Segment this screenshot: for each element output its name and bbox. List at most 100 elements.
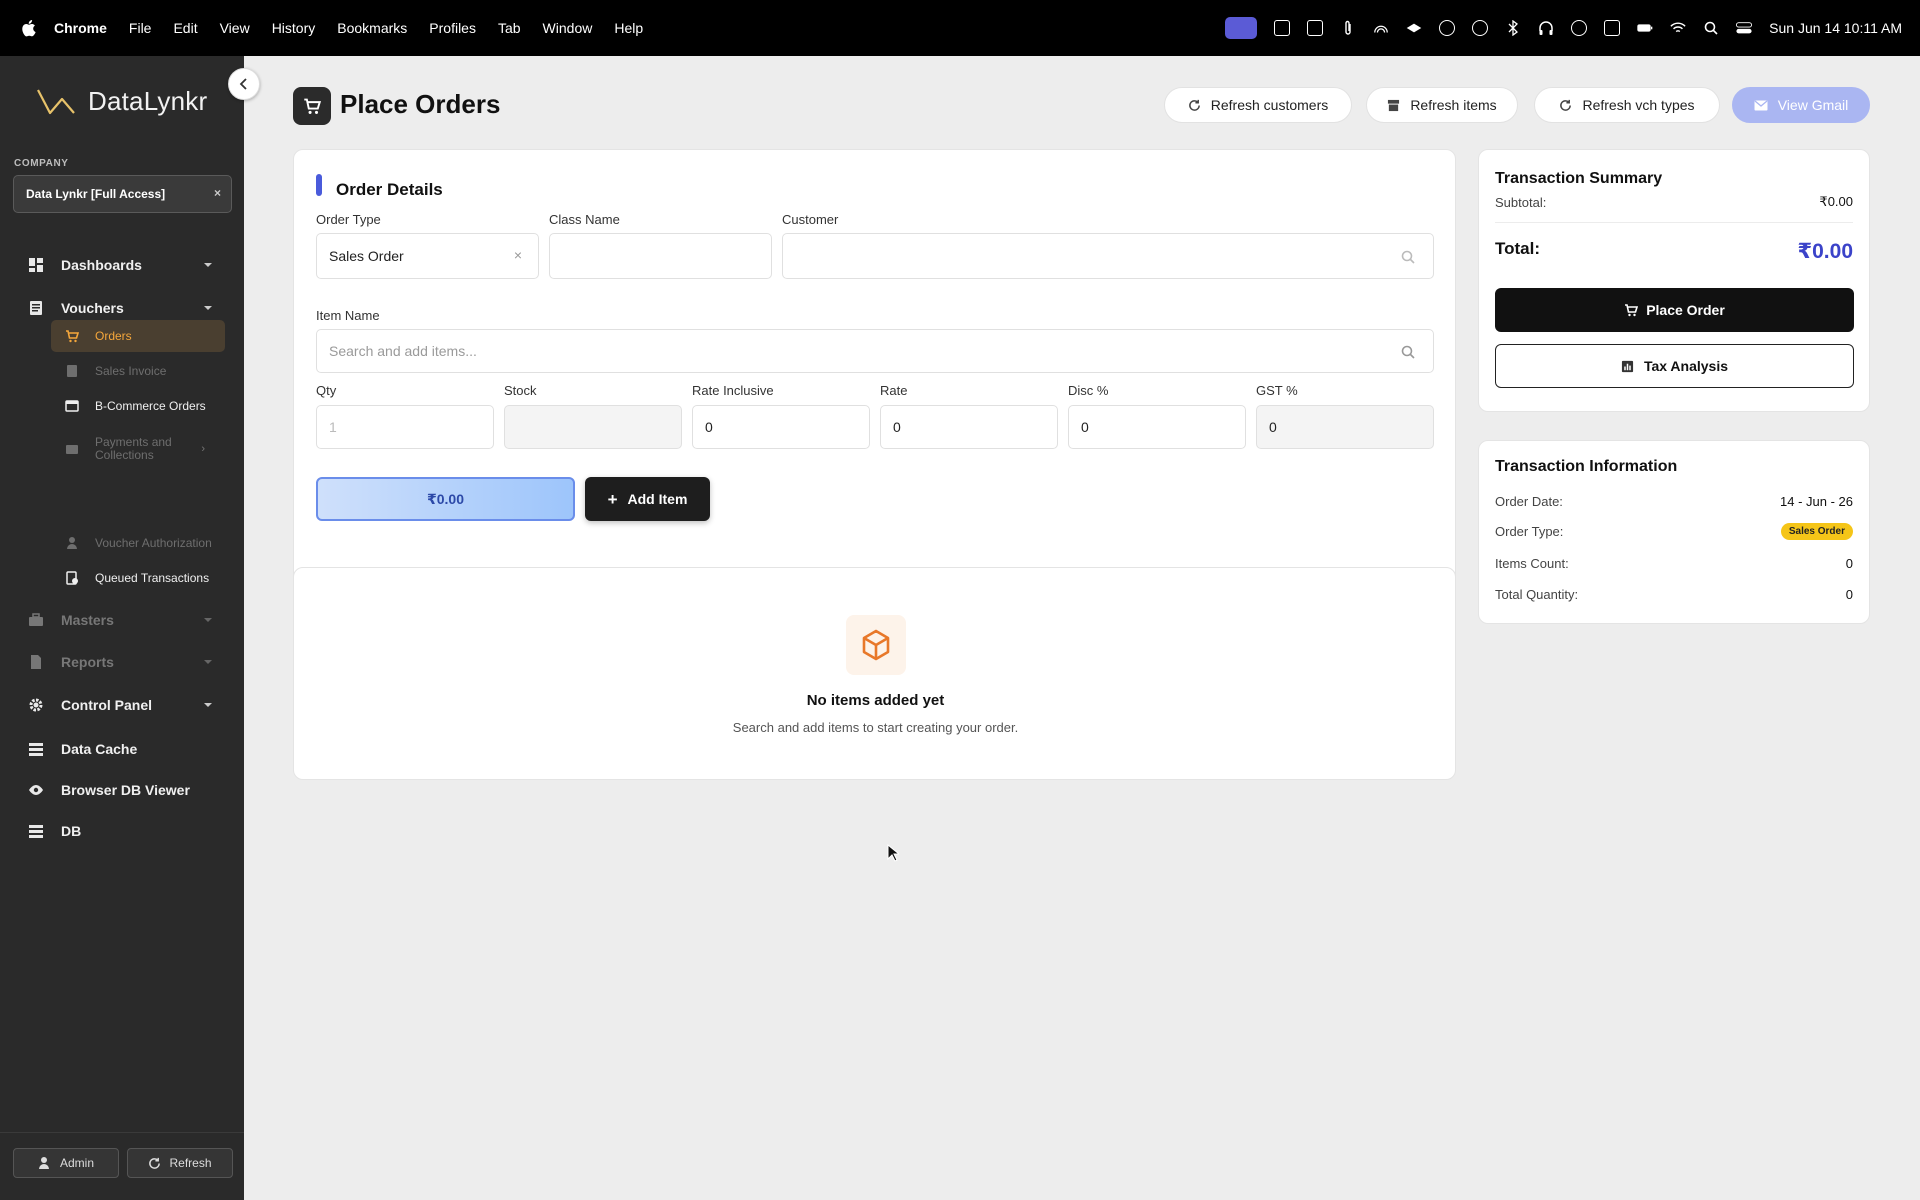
sidebar: DataLynkr COMPANY Data Lynkr [Full Acces… — [0, 56, 244, 1200]
menu-app-name[interactable]: Chrome — [54, 20, 107, 36]
view-gmail-button[interactable]: View Gmail — [1732, 87, 1870, 123]
refresh-items-button[interactable]: Refresh items — [1366, 87, 1518, 123]
stop-icon[interactable] — [1472, 20, 1489, 36]
add-item-button[interactable]: + Add Item — [585, 477, 710, 521]
menu-help[interactable]: Help — [614, 20, 643, 36]
refresh-vch-types-button[interactable]: Refresh vch types — [1534, 87, 1720, 123]
tax-analysis-button[interactable]: Tax Analysis — [1495, 344, 1854, 388]
user-check-icon — [67, 537, 77, 549]
wifi-icon[interactable] — [1670, 20, 1686, 36]
company-selector[interactable]: Data Lynkr [Full Access] × — [13, 175, 232, 213]
customer-search-input[interactable] — [782, 233, 1434, 279]
caret-down-icon — [204, 618, 212, 622]
line-total-display: ₹0.00 — [316, 477, 575, 521]
report-icon — [31, 655, 41, 669]
notion-icon[interactable] — [1307, 20, 1324, 36]
refresh-label: Refresh — [169, 1156, 212, 1170]
bluetooth-icon[interactable] — [1505, 20, 1521, 36]
refresh-customers-button[interactable]: Refresh customers — [1164, 87, 1352, 123]
nav-control-panel[interactable]: Control Panel — [0, 687, 244, 723]
rainbow-icon[interactable] — [1373, 20, 1389, 36]
chevron-left-icon — [239, 78, 247, 90]
rate-value: 0 — [893, 419, 901, 435]
vpn-icon[interactable] — [1406, 20, 1422, 36]
order-date-row: Order Date: 14 - Jun - 26 — [1495, 494, 1853, 509]
apple-logo-icon[interactable] — [20, 19, 36, 37]
play-icon[interactable] — [1571, 20, 1588, 36]
gst-label: GST % — [1256, 383, 1298, 398]
subtotal-label: Subtotal: — [1495, 194, 1547, 210]
nav-browser-db-viewer[interactable]: Browser DB Viewer — [0, 772, 244, 808]
sidebar-collapse-button[interactable] — [228, 68, 260, 100]
menu-tab[interactable]: Tab — [498, 20, 521, 36]
sub-voucher-auth-label: Voucher Authorization — [95, 535, 212, 550]
menu-file[interactable]: File — [129, 20, 152, 36]
spotlight-search-icon[interactable] — [1703, 20, 1719, 36]
clear-company-icon[interactable]: × — [214, 186, 221, 200]
menu-bookmarks[interactable]: Bookmarks — [337, 20, 407, 36]
menu-profiles[interactable]: Profiles — [429, 20, 476, 36]
menubar-clock[interactable]: Sun Jun 14 10:11 AM — [1769, 20, 1902, 36]
admin-button[interactable]: Admin — [13, 1148, 119, 1178]
status-app-icon[interactable] — [1439, 20, 1456, 36]
nav-reports[interactable]: Reports — [0, 644, 244, 680]
items-list-card: No items added yet Search and add items … — [293, 567, 1456, 780]
menu-view[interactable]: View — [220, 20, 250, 36]
page-cart-icon — [293, 87, 331, 125]
rate-inclusive-value: 0 — [705, 419, 713, 435]
transaction-summary-card: Transaction Summary Subtotal: ₹0.00 Tota… — [1478, 149, 1870, 412]
user-gear-icon — [38, 1157, 49, 1169]
paperclip-icon[interactable] — [1340, 20, 1356, 36]
sub-sales-invoice-label: Sales Invoice — [95, 363, 167, 378]
refresh-customers-label: Refresh customers — [1210, 97, 1329, 113]
disc-label: Disc % — [1068, 383, 1109, 398]
nav-db[interactable]: DB — [0, 813, 244, 849]
total-value: ₹0.00 — [1797, 240, 1853, 263]
gst-value: 0 — [1269, 419, 1277, 435]
nav-data-cache[interactable]: Data Cache — [0, 731, 244, 767]
main-content: Place Orders Refresh customers Refresh i… — [244, 56, 1920, 1200]
refresh-icon — [149, 1157, 161, 1169]
sub-voucher-authorization[interactable]: Voucher Authorization — [51, 527, 225, 559]
rate-label: Rate — [880, 383, 908, 398]
rate-inclusive-input[interactable]: 0 — [692, 405, 870, 449]
sub-sales-invoice[interactable]: Sales Invoice — [51, 355, 225, 387]
screen-share-icon[interactable] — [1225, 17, 1258, 39]
headphones-icon[interactable] — [1538, 20, 1554, 36]
admin-label: Admin — [59, 1156, 94, 1170]
menu-window[interactable]: Window — [543, 20, 593, 36]
disc-input[interactable]: 0 — [1068, 405, 1246, 449]
brand-logo[interactable]: DataLynkr — [36, 86, 207, 117]
rate-input[interactable]: 0 — [880, 405, 1058, 449]
display-icon[interactable] — [1604, 20, 1621, 36]
caret-down-icon — [204, 660, 212, 664]
battery-icon[interactable] — [1637, 20, 1653, 36]
menu-edit[interactable]: Edit — [173, 20, 197, 36]
nav-dashboards[interactable]: Dashboards — [0, 247, 244, 283]
sub-bcommerce-orders[interactable]: B-Commerce Orders — [51, 390, 225, 422]
item-search-input[interactable]: Search and add items... — [316, 329, 1434, 373]
refresh-button[interactable]: Refresh — [127, 1148, 233, 1178]
nav-db-label: DB — [61, 823, 82, 839]
control-center-icon[interactable] — [1736, 20, 1753, 36]
sidebar-footer — [0, 1132, 244, 1133]
place-order-button[interactable]: Place Order — [1495, 288, 1854, 332]
clear-order-type-icon[interactable]: × — [514, 247, 522, 263]
eye-icon — [29, 785, 43, 795]
sub-queued-transactions[interactable]: Queued Transactions — [51, 562, 225, 594]
caret-down-icon — [204, 703, 212, 707]
qty-input[interactable]: 1 — [316, 405, 494, 449]
nav-masters[interactable]: Masters — [0, 602, 244, 638]
sub-payments-collections[interactable]: Payments and Collections › — [51, 431, 225, 467]
nav-masters-label: Masters — [61, 612, 114, 628]
section-accent-bar — [316, 174, 322, 196]
order-type-value: Sales Order — [329, 248, 404, 264]
sub-orders[interactable]: Orders — [51, 320, 225, 352]
menu-history[interactable]: History — [272, 20, 316, 36]
customer-label: Customer — [782, 212, 839, 227]
grid-app-icon[interactable] — [1274, 20, 1291, 36]
qty-label: Qty — [316, 383, 337, 398]
summary-divider — [1495, 222, 1853, 223]
class-name-select[interactable] — [549, 233, 772, 279]
order-type-select[interactable]: Sales Order × — [316, 233, 539, 279]
